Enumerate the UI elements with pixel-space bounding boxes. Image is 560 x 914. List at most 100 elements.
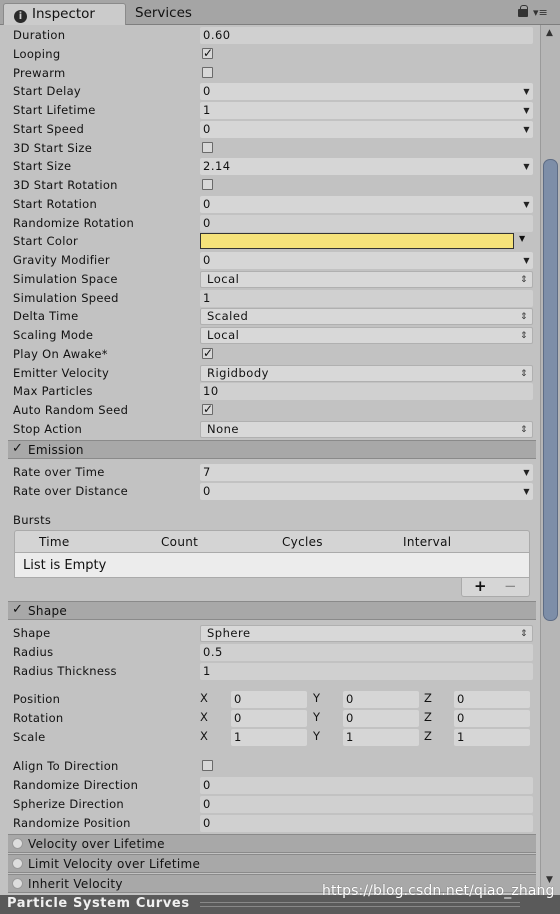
3d-start-rotation-checkbox[interactable] xyxy=(202,179,213,190)
looping-checkbox[interactable]: ✓ xyxy=(202,47,213,59)
position-y-value: 0 xyxy=(346,692,354,706)
prewarm-checkbox[interactable] xyxy=(202,66,213,78)
module-toggle-icon[interactable] xyxy=(12,858,23,869)
start-size-field[interactable]: 2.14 ▼ xyxy=(200,158,533,176)
tab-inspector[interactable]: i Inspector xyxy=(3,3,126,25)
simulation-space-popup[interactable]: Local ⇕ xyxy=(200,270,533,288)
chevron-down-icon[interactable]: ▼ xyxy=(523,102,530,119)
rotation-y-field[interactable]: 0 xyxy=(343,710,419,727)
start-speed-field[interactable]: 0 ▼ xyxy=(200,120,533,138)
max-particles-field[interactable]: 10 xyxy=(200,383,533,401)
updown-arrow-icon: ⇕ xyxy=(519,274,528,285)
module-velocity-over-lifetime[interactable]: Velocity over Lifetime xyxy=(8,834,536,853)
play-on-awake-row: Play On Awake* ✓ xyxy=(8,345,536,364)
randomize-direction-field[interactable]: 0 xyxy=(200,777,533,794)
scale-y-value: 1 xyxy=(346,730,354,744)
delta-time-popup[interactable]: Scaled ⇕ xyxy=(200,308,533,326)
stop-action-popup[interactable]: None ⇕ xyxy=(200,420,533,438)
scroll-up-arrow-icon[interactable]: ▲ xyxy=(546,28,553,38)
radius-label: Radius xyxy=(13,645,54,659)
position-x-field[interactable]: 0 xyxy=(231,691,307,708)
scale-z-field[interactable]: 1 xyxy=(454,729,530,746)
randomize-position-field[interactable]: 0 xyxy=(200,815,533,832)
module-limit-velocity-over-lifetime[interactable]: Limit Velocity over Lifetime xyxy=(8,854,536,873)
tab-services[interactable]: Services xyxy=(135,3,192,25)
start-size-row: Start Size 2.14 ▼ xyxy=(8,157,536,176)
start-lifetime-row: Start Lifetime 1 ▼ xyxy=(8,101,536,120)
chevron-down-icon[interactable]: ▼ xyxy=(523,464,530,481)
tab-inspector-label: Inspector xyxy=(32,6,95,22)
rate-over-time-label: Rate over Time xyxy=(13,465,105,479)
randomize-rotation-field[interactable]: 0 xyxy=(200,214,533,232)
scale-x-field[interactable]: 1 xyxy=(231,729,307,746)
align-to-direction-label: Align To Direction xyxy=(13,759,119,773)
chevron-down-icon[interactable]: ▼ xyxy=(523,121,530,138)
duration-value: 0.60 xyxy=(203,28,231,42)
auto-random-seed-label: Auto Random Seed xyxy=(13,403,129,417)
module-toggle-icon[interactable] xyxy=(12,878,23,889)
rate-over-time-field[interactable]: 7 ▼ xyxy=(200,464,533,481)
remove-burst-button[interactable]: − xyxy=(504,577,517,595)
align-to-direction-checkbox[interactable] xyxy=(202,760,213,771)
lock-icon[interactable] xyxy=(518,5,528,17)
align-to-direction-row: Align To Direction xyxy=(8,757,536,776)
gravity-modifier-label: Gravity Modifier xyxy=(13,253,110,267)
position-z-field[interactable]: 0 xyxy=(454,691,530,708)
position-y-field[interactable]: 0 xyxy=(343,691,419,708)
3d-start-size-checkbox[interactable] xyxy=(202,141,213,153)
shape-header[interactable]: ✓ Shape xyxy=(8,601,536,620)
randomize-direction-value: 0 xyxy=(203,778,211,792)
duration-field[interactable]: 0.60 xyxy=(200,27,533,44)
shape-popup[interactable]: Sphere ⇕ xyxy=(200,625,533,642)
auto-random-seed-checkbox[interactable]: ✓ xyxy=(202,403,213,415)
emitter-velocity-row: Emitter Velocity Rigidbody ⇕ xyxy=(8,364,536,383)
vertical-scrollbar[interactable]: ▲ ▼ xyxy=(540,25,560,895)
emitter-velocity-popup[interactable]: Rigidbody ⇕ xyxy=(200,364,533,382)
inspector-content: Duration 0.60 Looping ✓ Prewarm Start Delay 0 ▼… xyxy=(8,25,536,895)
gravity-modifier-row: Gravity Modifier 0 ▼ xyxy=(8,251,536,270)
simulation-speed-field[interactable]: 1 xyxy=(200,289,533,307)
module-toggle-icon[interactable] xyxy=(12,838,23,849)
axis-y-label: Y xyxy=(313,691,321,705)
scaling-mode-popup[interactable]: Local ⇕ xyxy=(200,327,533,344)
start-delay-field[interactable]: 0 ▼ xyxy=(200,83,533,101)
chevron-down-icon[interactable]: ▼ xyxy=(523,158,530,175)
shape-row: Shape Sphere ⇕ xyxy=(8,624,536,643)
rotation-z-field[interactable]: 0 xyxy=(454,710,530,727)
chevron-down-icon[interactable]: ▼ xyxy=(523,196,530,213)
chevron-down-icon[interactable]: ▼ xyxy=(523,83,530,100)
simulation-space-label: Simulation Space xyxy=(13,271,118,286)
resize-grip-icon[interactable] xyxy=(200,902,520,907)
simulation-space-value: Local xyxy=(207,271,240,286)
gravity-modifier-field[interactable]: 0 ▼ xyxy=(200,252,533,269)
scroll-thumb[interactable] xyxy=(543,159,558,621)
rate-over-distance-field[interactable]: 0 ▼ xyxy=(200,483,533,500)
start-color-swatch[interactable] xyxy=(200,233,514,250)
emission-check-icon[interactable]: ✓ xyxy=(12,441,23,456)
scaling-mode-row: Scaling Mode Local ⇕ xyxy=(8,326,536,345)
shape-check-icon[interactable]: ✓ xyxy=(12,602,23,617)
chevron-down-icon[interactable]: ▼ xyxy=(523,483,530,500)
simulation-speed-label: Simulation Speed xyxy=(13,290,119,305)
spherize-direction-field[interactable]: 0 xyxy=(200,796,533,813)
context-menu-icon[interactable]: ▾≡ xyxy=(533,7,548,19)
max-particles-label: Max Particles xyxy=(13,384,93,399)
add-burst-button[interactable]: + xyxy=(474,577,487,595)
scale-y-field[interactable]: 1 xyxy=(343,729,419,746)
radius-thickness-field[interactable]: 1 xyxy=(200,663,533,680)
simulation-speed-value: 1 xyxy=(203,290,211,305)
emission-header[interactable]: ✓ Emission xyxy=(8,440,536,459)
chevron-down-icon[interactable]: ▼ xyxy=(519,234,525,243)
start-rotation-field[interactable]: 0 ▼ xyxy=(200,195,533,213)
stop-action-row: Stop Action None ⇕ xyxy=(8,420,536,439)
delta-time-value: Scaled xyxy=(207,309,249,324)
rotation-x-field[interactable]: 0 xyxy=(231,710,307,727)
duration-row: Duration 0.60 xyxy=(8,26,536,45)
play-on-awake-checkbox[interactable]: ✓ xyxy=(202,347,213,359)
rate-over-distance-row: Rate over Distance 0 ▼ xyxy=(8,482,536,501)
chevron-down-icon[interactable]: ▼ xyxy=(523,252,530,269)
randomize-position-value: 0 xyxy=(203,816,211,830)
scale-x-value: 1 xyxy=(234,730,242,744)
start-lifetime-field[interactable]: 1 ▼ xyxy=(200,102,533,119)
radius-field[interactable]: 0.5 xyxy=(200,644,533,661)
